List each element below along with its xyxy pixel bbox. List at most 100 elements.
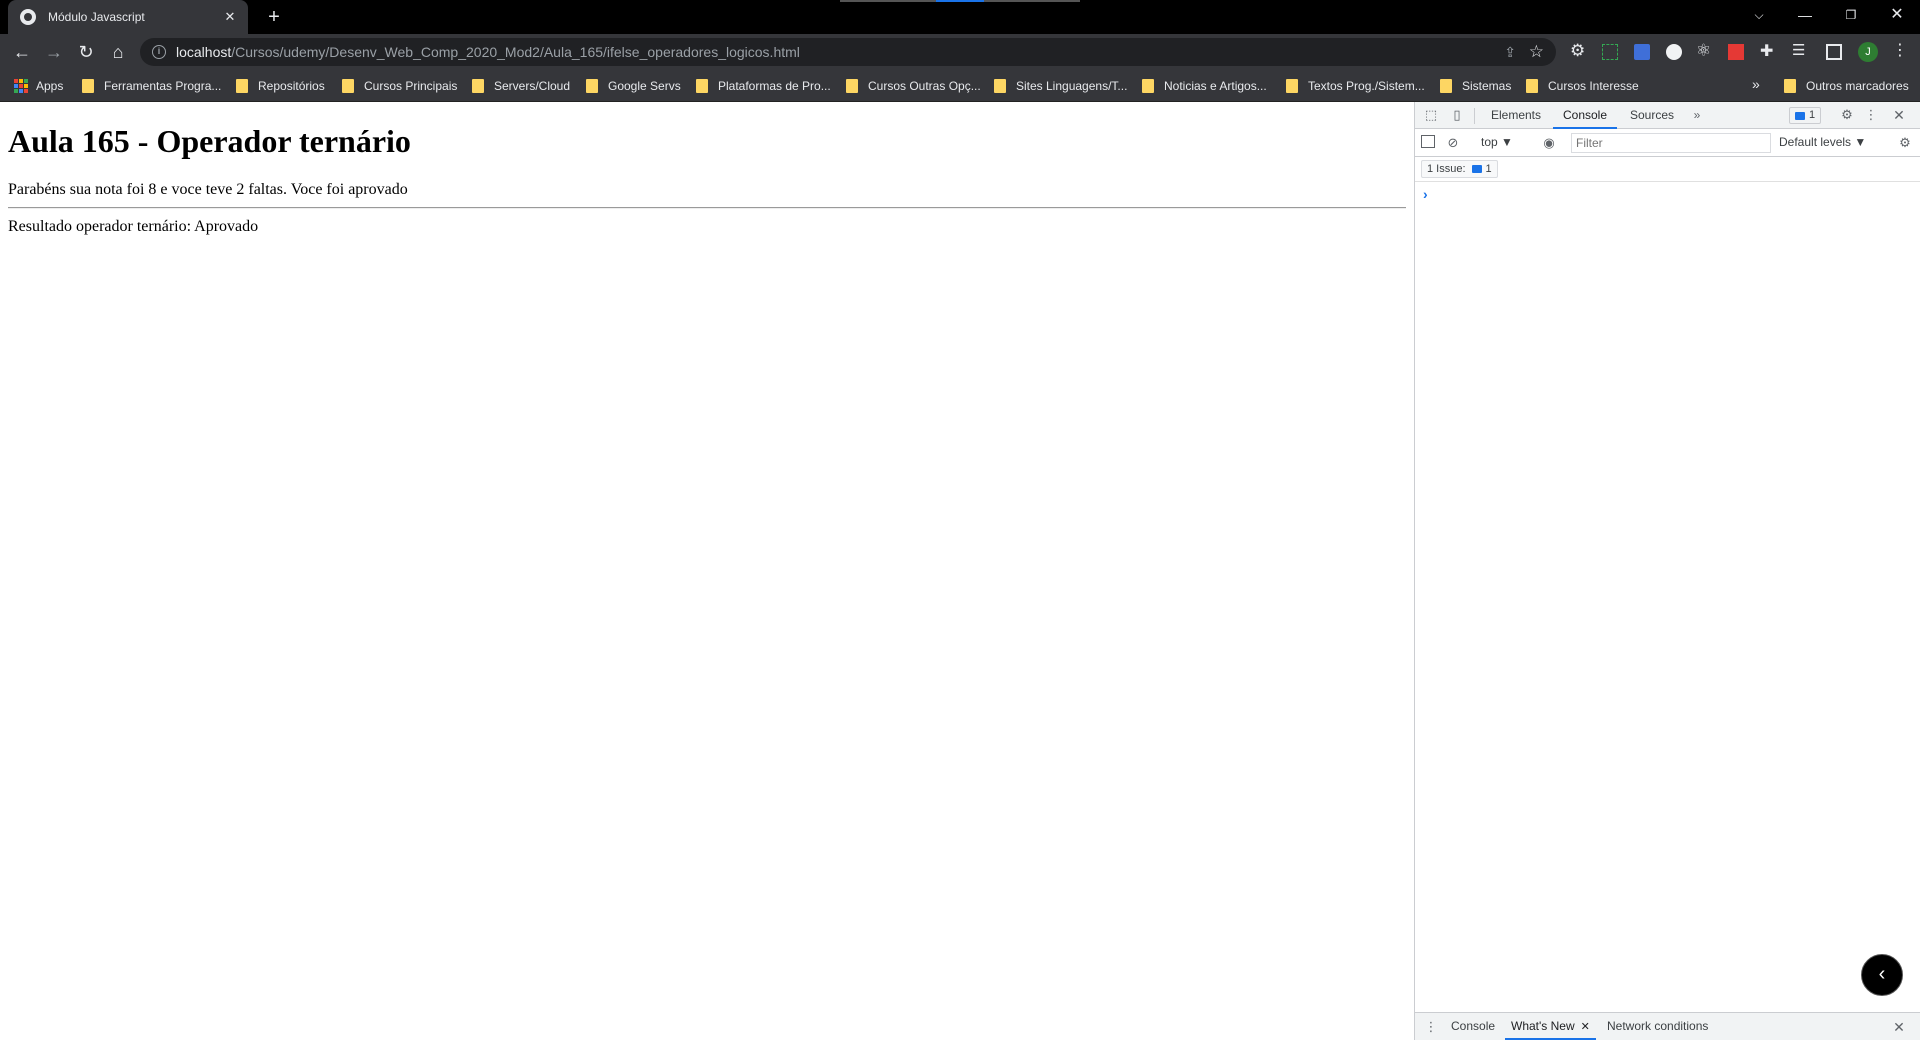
folder-icon — [1142, 79, 1154, 93]
page-content: Aula 165 - Operador ternário Parabéns su… — [0, 102, 1414, 1040]
tab-console[interactable]: Console — [1553, 102, 1617, 129]
tab-sources[interactable]: Sources — [1623, 102, 1681, 129]
inspect-element-icon[interactable]: ⬚ — [1423, 107, 1439, 123]
bookmark-folder[interactable]: Cursos Principais — [342, 76, 457, 96]
bookmark-label: Apps — [36, 79, 64, 93]
side-panel-icon[interactable] — [1826, 44, 1842, 60]
browser-titlebar: Módulo Javascript ✕ + ⌵ — ❐ ✕ — [0, 0, 1920, 34]
bookmark-folder[interactable]: Cursos Outras Opç... — [846, 76, 981, 96]
issues-label: 1 Issue: — [1427, 163, 1466, 175]
bookmark-star-icon[interactable]: ☆ — [1529, 42, 1544, 62]
bookmark-label: Google Servs — [608, 79, 681, 93]
extension-circle-icon[interactable] — [1666, 44, 1682, 60]
divider — [1474, 108, 1475, 124]
url-host: localhost — [176, 44, 232, 60]
home-button[interactable]: ⌂ — [104, 38, 132, 66]
console-settings-icon[interactable]: ⚙ — [1897, 135, 1913, 151]
forward-button[interactable]: → — [40, 38, 68, 66]
message-icon — [1471, 165, 1482, 173]
restore-button[interactable]: ❐ — [1828, 0, 1874, 30]
folder-icon — [994, 79, 1006, 93]
share-icon[interactable]: ⇪ — [1504, 44, 1516, 61]
console-filter-input[interactable] — [1571, 133, 1771, 153]
bookmark-folder[interactable]: Sistemas — [1440, 76, 1511, 96]
clear-console-icon[interactable]: ⊘ — [1445, 135, 1461, 151]
bookmark-label: Cursos Interesse — [1548, 79, 1639, 93]
console-sidebar-icon[interactable] — [1421, 135, 1435, 148]
bookmark-folder[interactable]: Servers/Cloud — [472, 76, 570, 96]
back-button[interactable]: ← — [8, 38, 36, 66]
extension-red-icon[interactable] — [1728, 44, 1744, 60]
drawer-tab-network-conditions[interactable]: Network conditions — [1607, 1013, 1708, 1040]
drawer-menu-icon[interactable]: ⋮ — [1423, 1019, 1439, 1035]
bookmark-folder[interactable]: Repositórios — [236, 76, 325, 96]
drawer-tab-whats-new[interactable]: What's New ✕ — [1505, 1013, 1596, 1040]
devtools-close-icon[interactable]: ✕ — [1891, 107, 1907, 123]
titlebar-decoration — [840, 0, 1080, 2]
bookmark-other-folder[interactable]: Outros marcadores — [1784, 76, 1909, 96]
devtools-settings-icon[interactable]: ⚙ — [1839, 107, 1855, 123]
folder-icon — [1286, 79, 1298, 93]
device-toolbar-icon[interactable]: ▯ — [1449, 107, 1465, 123]
divider — [8, 207, 1406, 209]
folder-icon — [342, 79, 354, 93]
issues-badge-count: 1 — [1809, 109, 1816, 121]
close-tab-icon[interactable]: ✕ — [1581, 1021, 1590, 1033]
context-selector[interactable]: top ▼ — [1481, 135, 1513, 149]
bookmark-apps[interactable]: Apps — [14, 76, 63, 96]
extension-gear-icon[interactable]: ⚙ — [1570, 41, 1586, 60]
bookmark-label: Sites Linguagens/T... — [1016, 79, 1128, 93]
chrome-menu-icon[interactable]: ⋮ — [1888, 40, 1912, 60]
folder-icon — [1440, 79, 1452, 93]
bookmarks-bar: Apps Ferramentas Progra... Repositórios … — [0, 70, 1920, 102]
new-tab-button[interactable]: + — [262, 5, 286, 29]
issues-badge[interactable]: 1 — [1789, 107, 1822, 124]
reload-button[interactable]: ↻ — [72, 38, 100, 66]
drawer-close-icon[interactable]: ✕ — [1891, 1019, 1907, 1035]
drawer-tab-console[interactable]: Console — [1451, 1013, 1495, 1040]
close-window-button[interactable]: ✕ — [1874, 0, 1920, 30]
bookmark-folder[interactable]: Ferramentas Progra... — [82, 76, 221, 96]
more-tabs-button[interactable]: » — [1687, 102, 1707, 129]
extension-react-icon[interactable]: ⚛ — [1696, 41, 1712, 60]
browser-tab-active[interactable]: Módulo Javascript ✕ — [8, 0, 248, 34]
tab-search-icon[interactable]: ⌵ — [1736, 0, 1782, 30]
tab-close-icon[interactable]: ✕ — [222, 9, 238, 25]
page-heading: Aula 165 - Operador ternário — [8, 123, 411, 159]
bookmark-folder[interactable]: Cursos Interesse — [1526, 76, 1639, 96]
folder-icon — [846, 79, 858, 93]
bookmark-folder[interactable]: Sites Linguagens/T... — [994, 76, 1127, 96]
minimize-button[interactable]: — — [1782, 0, 1828, 30]
floating-back-button[interactable]: ‹ — [1861, 954, 1903, 996]
bookmark-folder[interactable]: Google Servs — [586, 76, 681, 96]
extension-blue-icon[interactable] — [1634, 44, 1650, 60]
console-prompt-chevron-icon[interactable]: › — [1423, 186, 1428, 202]
devtools-panel: ⬚ ▯ Elements Console Sources » 1 ⚙ ⋮ ✕ ⊘… — [1414, 102, 1920, 1040]
live-expression-eye-icon[interactable]: ◉ — [1541, 135, 1557, 151]
folder-icon — [472, 79, 484, 93]
devtools-drawer: ⋮ Console What's New ✕ Network conditions… — [1415, 1012, 1920, 1040]
bookmarks-overflow-button[interactable]: » — [1752, 76, 1760, 92]
bookmark-label: Textos Prog./Sistem... — [1308, 79, 1425, 93]
extensions-puzzle-icon[interactable]: ✚ — [1760, 41, 1776, 60]
folder-icon — [696, 79, 708, 93]
bookmark-folder[interactable]: Plataformas de Pro... — [696, 76, 831, 96]
extension-screenshot-icon[interactable] — [1602, 44, 1618, 60]
address-bar[interactable]: i localhost/Cursos/udemy/Desenv_Web_Comp… — [140, 38, 1556, 66]
bookmark-label: Cursos Principais — [364, 79, 458, 93]
folder-icon — [82, 79, 94, 93]
issues-button[interactable]: 1 Issue: 1 — [1421, 160, 1498, 178]
tab-title: Módulo Javascript — [48, 10, 145, 24]
reading-list-icon[interactable]: ☰ — [1792, 41, 1808, 59]
url-path: /Cursos/udemy/Desenv_Web_Comp_2020_Mod2/… — [231, 44, 800, 60]
devtools-menu-icon[interactable]: ⋮ — [1863, 107, 1879, 123]
url-text[interactable]: localhost/Cursos/udemy/Desenv_Web_Comp_2… — [176, 44, 800, 60]
log-levels-dropdown[interactable]: Default levels ▼ — [1779, 135, 1866, 149]
profile-avatar[interactable]: J — [1858, 42, 1878, 62]
bookmark-folder[interactable]: Noticias e Artigos... — [1142, 76, 1267, 96]
folder-icon — [586, 79, 598, 93]
console-toolbar: ⊘ top ▼ ◉ Default levels ▼ ⚙ — [1415, 129, 1920, 157]
tab-elements[interactable]: Elements — [1485, 102, 1547, 129]
site-info-icon[interactable]: i — [152, 45, 166, 59]
bookmark-folder[interactable]: Textos Prog./Sistem... — [1286, 76, 1425, 96]
